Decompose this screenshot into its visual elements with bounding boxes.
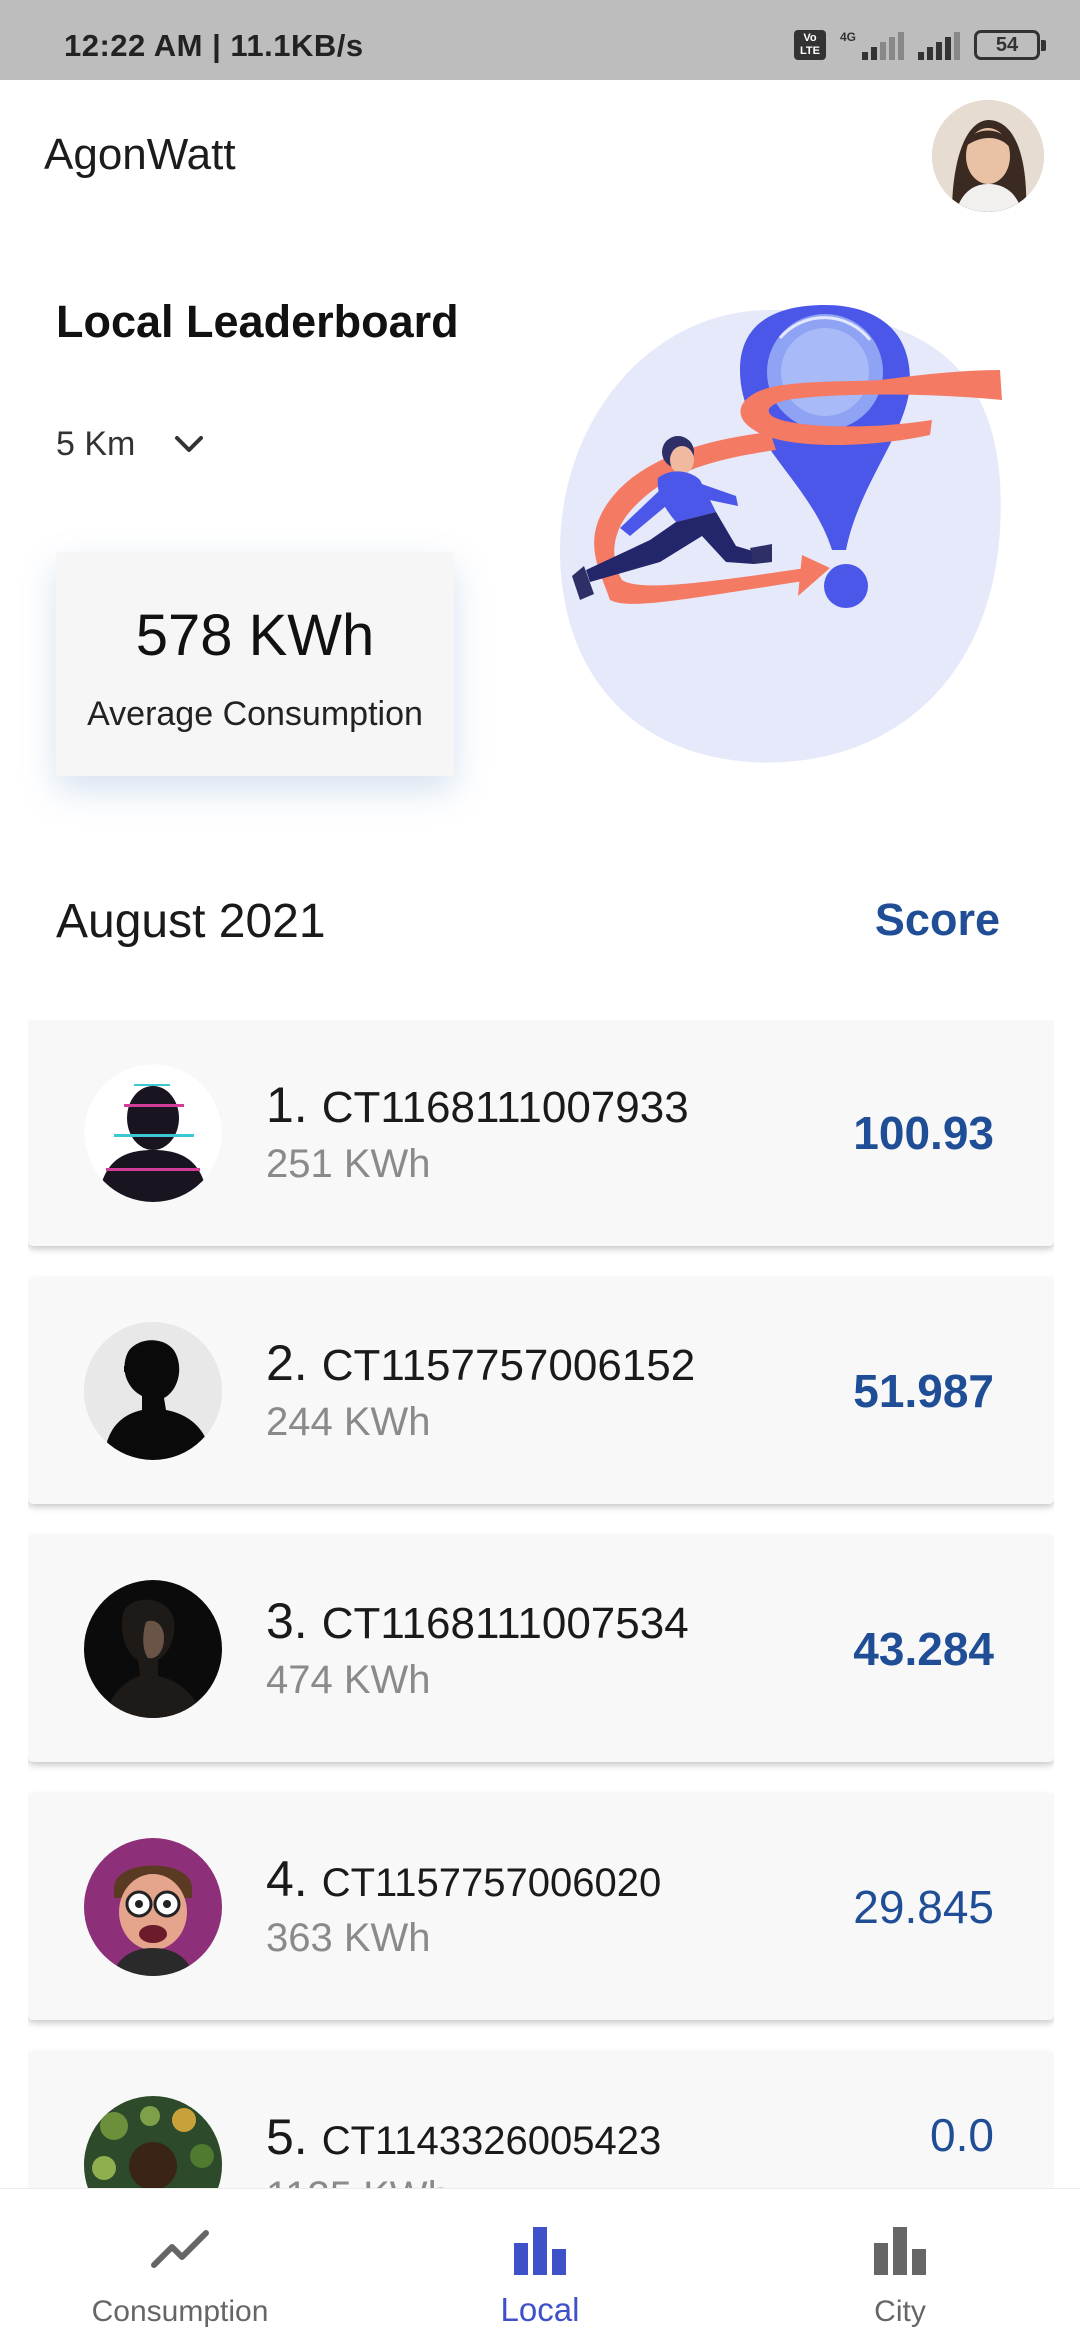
month-label: August 2021 xyxy=(56,895,326,948)
network-type: 4G xyxy=(839,30,856,44)
nav-consumption[interactable]: Consumption xyxy=(30,2189,330,2340)
entry-score: 43.284 xyxy=(853,1623,994,1675)
entry-score: 100.93 xyxy=(853,1107,994,1159)
average-consumption-card: 578 KWh Average Consumption xyxy=(56,552,454,776)
leaderboard-row[interactable]: 1. CT1168111007933 251 KWh 100.93 xyxy=(28,1020,1054,1246)
leaderboard-row[interactable]: 3. CT1168111007534 474 KWh 43.284 xyxy=(28,1536,1054,1762)
bottom-nav: Consumption Local City xyxy=(0,2188,1080,2340)
entry-score: 0.0 xyxy=(930,2109,994,2161)
nav-label: Consumption xyxy=(91,2295,269,2328)
silhouette-avatar-icon xyxy=(84,1322,222,1460)
status-time: 12:22 AM | 11.1KB/s xyxy=(64,28,364,63)
nav-local[interactable]: Local xyxy=(390,2189,690,2340)
nav-label: City xyxy=(874,2295,926,2328)
entry-id: CT1157757006020 xyxy=(321,1861,662,1905)
distance-dropdown[interactable]: 5 Km xyxy=(56,424,209,464)
score-header[interactable]: Score xyxy=(875,894,1000,946)
funny-face-avatar-icon xyxy=(84,1838,222,1976)
average-value: 578 KWh xyxy=(135,603,375,668)
entry-kwh: 1135 KWh xyxy=(266,2174,450,2188)
runner-location-illustration xyxy=(560,305,1002,763)
foliage-portrait-avatar-icon xyxy=(84,2096,222,2188)
status-bar: 12:22 AM | 11.1KB/s Vo LTE 4G 54 xyxy=(0,0,1080,80)
entry-score: 51.987 xyxy=(853,1365,994,1417)
avatar xyxy=(84,1580,222,1718)
signal-icon xyxy=(862,30,904,60)
volte-icon: Vo LTE xyxy=(793,30,826,60)
chevron-down-icon xyxy=(175,436,204,452)
glitch-portrait-avatar-icon xyxy=(84,1064,222,1202)
bar-chart-icon xyxy=(874,2227,926,2275)
entry-id: CT1168111007933 xyxy=(321,1083,689,1132)
bar-chart-icon xyxy=(514,2227,566,2275)
entry-rank: 4. xyxy=(266,1851,308,1907)
woman-profile-avatar-icon xyxy=(84,1580,222,1718)
status-icons: Vo LTE 4G 54 xyxy=(793,30,1046,60)
entry-name: 3. CT1168111007534 xyxy=(266,1592,689,1650)
entry-name: 1. CT1168111007933 xyxy=(266,1076,689,1134)
entry-kwh: 244 KWh xyxy=(266,1400,431,1444)
entry-rank: 5. xyxy=(266,2109,308,2165)
entry-rank: 1. xyxy=(266,1077,308,1133)
entry-rank: 2. xyxy=(266,1335,308,1391)
avatar xyxy=(84,1322,222,1460)
entry-id: CT1157757006152 xyxy=(321,1341,696,1390)
profile-avatar[interactable] xyxy=(932,100,1044,212)
entry-kwh: 474 KWh xyxy=(266,1658,431,1702)
entry-kwh: 251 KWh xyxy=(266,1142,431,1186)
entry-id: CT1168111007534 xyxy=(321,1599,689,1648)
trend-line-icon xyxy=(151,2230,209,2268)
avatar xyxy=(84,1838,222,1976)
leaderboard-list[interactable]: 1. CT1168111007933 251 KWh 100.93 2. CT115… xyxy=(28,1020,1054,2188)
nav-city[interactable]: City xyxy=(750,2189,1050,2340)
section-title: Local Leaderboard xyxy=(56,296,459,347)
entry-id: CT1143326005423 xyxy=(321,2119,662,2163)
entry-kwh: 363 KWh xyxy=(266,1916,431,1960)
avatar xyxy=(84,1064,222,1202)
nav-label: Local xyxy=(500,2291,580,2328)
entry-name: 2. CT1157757006152 xyxy=(266,1334,695,1392)
average-label: Average Consumption xyxy=(87,695,423,733)
entry-score: 29.845 xyxy=(853,1881,994,1933)
profile-avatar-icon xyxy=(932,100,1044,212)
entry-name: 4. CT1157757006020 xyxy=(266,1850,661,1908)
entry-rank: 3. xyxy=(266,1593,308,1649)
avatar xyxy=(84,2096,222,2188)
app-title: AgonWatt xyxy=(44,130,236,179)
signal-icon-2 xyxy=(918,30,960,60)
leaderboard-row[interactable]: 5. CT1143326005423 1135 KWh 0.0 xyxy=(28,2052,1054,2188)
battery-icon: 54 xyxy=(974,30,1046,60)
distance-label: 5 Km xyxy=(56,424,136,463)
leaderboard-row[interactable]: 2. CT1157757006152 244 KWh 51.987 xyxy=(28,1278,1054,1504)
entry-name: 5. CT1143326005423 xyxy=(266,2108,661,2166)
leaderboard-row[interactable]: 4. CT1157757006020 363 KWh 29.845 xyxy=(28,1794,1054,2020)
